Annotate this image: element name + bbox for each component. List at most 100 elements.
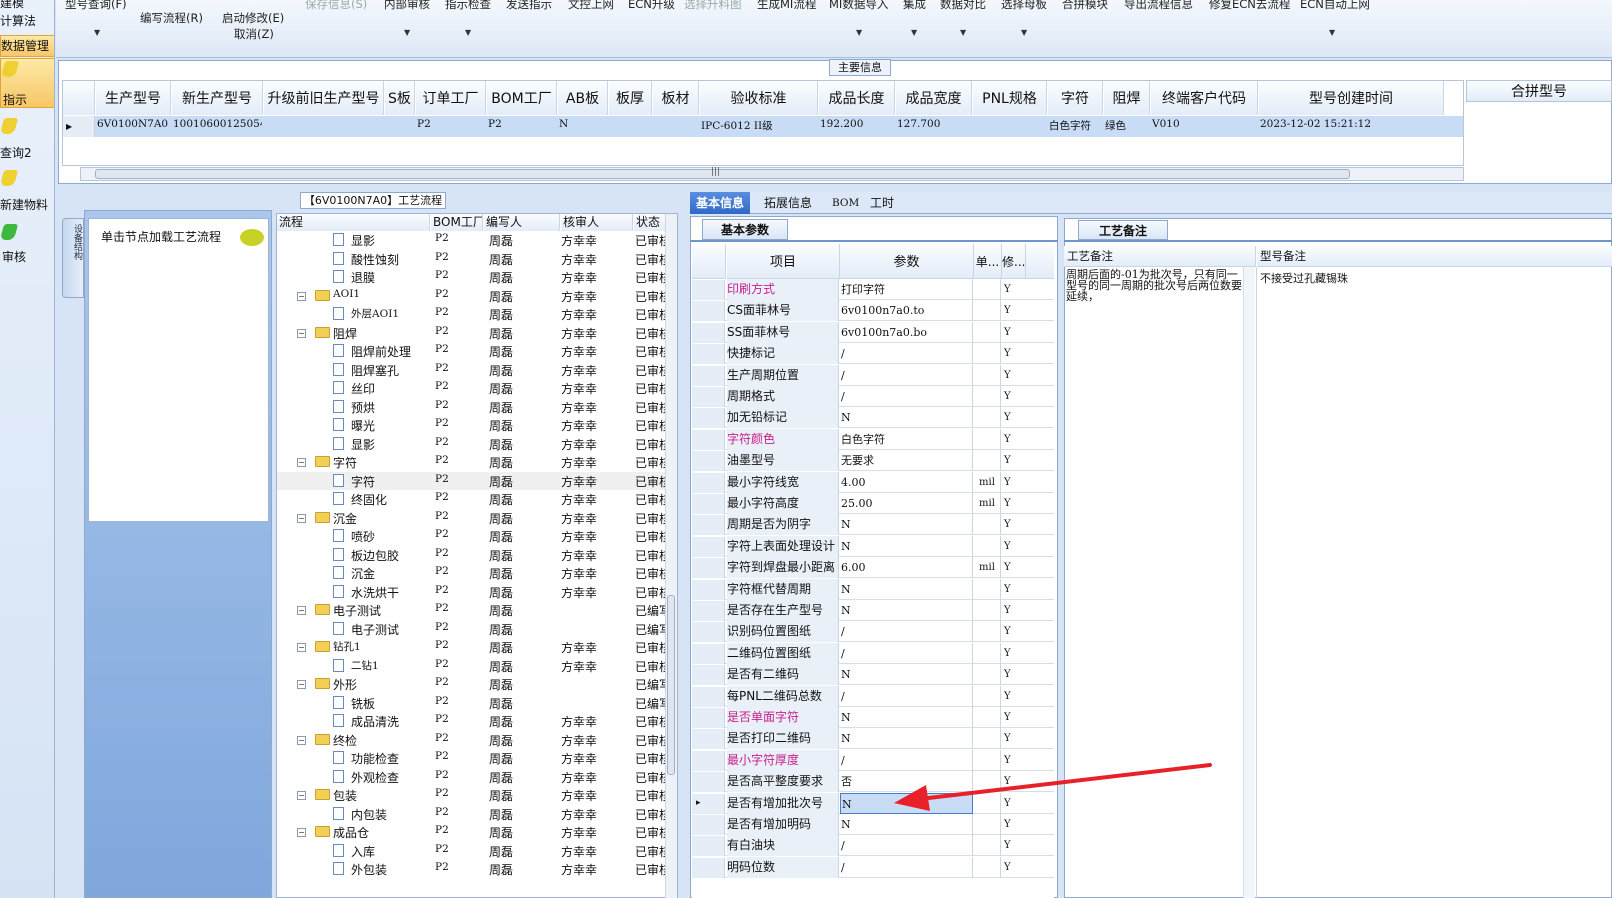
tab-process-remarks[interactable]: 工艺备注 <box>1078 220 1168 240</box>
param-value[interactable]: / <box>840 364 973 386</box>
row-selector[interactable] <box>692 344 725 365</box>
table-cell[interactable]: IPC-6012 II级 <box>701 118 817 133</box>
tree-row[interactable]: − 钻孔1 P2 周磊 方幸幸 已审核 <box>277 638 667 656</box>
row-selector[interactable] <box>692 686 725 707</box>
tree-row[interactable]: 显影 P2 周磊 方幸幸 已审核 <box>277 435 667 453</box>
tree-row[interactable]: 沉金 P2 周磊 方幸幸 已审核 <box>277 564 667 582</box>
param-value[interactable]: / <box>840 856 973 878</box>
tree-row[interactable]: − AOI1 P2 周磊 方幸幸 已审核 <box>277 287 667 305</box>
param-value[interactable]: N <box>840 407 973 429</box>
col-header[interactable]: 终端客户代码 <box>1151 81 1258 115</box>
table-cell[interactable]: 2023-12-02 15:21:12 <box>1260 118 1443 130</box>
tree-row[interactable]: 阻焊前处理 P2 周磊 方幸幸 已审核 <box>277 342 667 360</box>
tree-row[interactable]: 板边包胶 P2 周磊 方幸幸 已审核 <box>277 546 667 564</box>
row-selector[interactable] <box>692 836 725 857</box>
collapse-icon[interactable]: − <box>297 513 306 523</box>
start-modify-button[interactable]: 启动修改(E) <box>222 10 284 26</box>
tree-row[interactable]: 曝光 P2 周磊 方幸幸 已审核 <box>277 416 667 434</box>
chevron-down-icon[interactable]: ▼ <box>404 28 410 37</box>
param-value[interactable]: 无要求 <box>840 450 973 472</box>
tree-row[interactable]: 铣板 P2 周磊 已编写 <box>277 694 667 712</box>
col-header[interactable]: 生产型号 <box>96 81 171 115</box>
export-process-info-button[interactable]: 导出流程信息 <box>1124 0 1193 12</box>
param-row[interactable]: CS面菲林号 6v0100n7a0.to Y <box>692 300 1054 322</box>
tree-row[interactable]: − 外形 P2 周磊 已编写 <box>277 675 667 693</box>
table-cell[interactable]: P2 <box>488 118 556 130</box>
row-selector[interactable] <box>692 429 725 450</box>
tree-row[interactable]: − 电子测试 P2 周磊 已编写 <box>277 601 667 619</box>
collapse-icon[interactable]: − <box>297 791 306 800</box>
tree-row[interactable]: 水洗烘干 P2 周磊 方幸幸 已审核 <box>277 583 667 601</box>
param-value[interactable]: / <box>840 835 973 857</box>
row-selector[interactable] <box>692 472 725 493</box>
scrollbar-thumb[interactable]: ||| <box>95 167 1350 179</box>
col-writer[interactable]: 编写人 <box>484 214 560 231</box>
collapse-icon[interactable]: − <box>297 606 306 615</box>
param-value[interactable]: / <box>840 685 973 707</box>
collapse-icon[interactable]: − <box>297 680 306 689</box>
param-row[interactable]: 加无铅标记 N Y <box>692 407 1054 429</box>
chevron-down-icon[interactable]: ▼ <box>911 28 917 37</box>
row-selector[interactable] <box>692 536 725 557</box>
param-value[interactable]: N <box>840 664 973 686</box>
vertical-scrollbar[interactable] <box>665 214 677 898</box>
nav-item-review[interactable]: 审核 <box>0 222 54 267</box>
table-cell[interactable]: P2 <box>417 118 485 130</box>
col-header[interactable]: 型号创建时间 <box>1259 81 1444 115</box>
col-process[interactable]: 流程 <box>277 214 430 231</box>
tree-row[interactable]: 喷砂 P2 周磊 方幸幸 已审核 <box>277 527 667 545</box>
param-row[interactable]: 明码位数 / Y <box>692 856 1054 878</box>
param-row[interactable]: 最小字符高度 25.00 mil Y <box>692 493 1054 514</box>
tree-row[interactable]: 功能检查 P2 周磊 方幸幸 已审核 <box>277 749 667 767</box>
nav-item-algorithm[interactable]: 计算法 <box>0 12 54 30</box>
table-cell[interactable]: 10010600125054 <box>173 118 262 130</box>
param-row[interactable]: 二维码位置图纸 / Y <box>692 642 1054 664</box>
col-header[interactable]: BOM工厂 <box>487 81 557 115</box>
tree-row[interactable]: 丝印 P2 周磊 方幸幸 已审核 <box>277 379 667 397</box>
param-value[interactable]: / <box>840 386 973 407</box>
param-row[interactable]: 油墨型号 无要求 Y <box>692 450 1054 472</box>
param-value[interactable]: / <box>840 621 973 643</box>
select-material-button[interactable]: 选择升料图 <box>684 0 742 12</box>
col-reviewer[interactable]: 核审人 <box>561 214 633 231</box>
vertical-scrollbar[interactable] <box>1243 267 1255 898</box>
row-selector[interactable] <box>692 408 725 429</box>
chevron-down-icon[interactable]: ▼ <box>856 28 862 37</box>
instruction-check-button[interactable]: 指示检查 <box>445 0 491 12</box>
col-header[interactable]: S板 <box>385 81 415 115</box>
process-remark-text[interactable]: 周期后面的-01为批次号，只有同一型号的同一周期的批次号后两位数要延续， <box>1066 269 1242 302</box>
collapse-icon[interactable]: − <box>297 291 306 301</box>
param-row[interactable]: 是否有增加明码 N Y <box>692 814 1054 835</box>
col-item[interactable]: 项目 <box>727 244 840 279</box>
param-value[interactable]: 6v0100n7a0.bo <box>840 321 973 343</box>
col-bom-factory[interactable]: BOM工厂 <box>431 214 483 231</box>
nav-item-query2[interactable]: 查询2 <box>0 116 54 161</box>
col-unit[interactable]: 单... <box>974 244 1002 279</box>
tree-row[interactable]: 入库 P2 周磊 方幸幸 已审核 <box>277 842 667 860</box>
tree-row[interactable]: 终固化 P2 周磊 方幸幸 已审核 <box>277 490 667 508</box>
param-row[interactable]: 最小字符厚度 / Y <box>692 749 1054 771</box>
param-row[interactable]: 字符到焊盘最小距离 6.00 mil Y <box>692 557 1054 579</box>
param-value[interactable]: N <box>840 578 973 600</box>
col-param[interactable]: 参数 <box>840 244 974 279</box>
ecn-auto-online-button[interactable]: ECN自动上网 <box>1300 0 1370 12</box>
tree-row[interactable]: 外层AOI1 P2 周磊 方幸幸 已审核 <box>277 305 667 323</box>
col-header[interactable]: 成品宽度 <box>896 81 972 115</box>
tree-row[interactable]: − 沉金 P2 周磊 方幸幸 已审核 <box>277 509 667 527</box>
collapse-icon[interactable]: − <box>297 828 306 837</box>
internal-review-button[interactable]: 内部审核 <box>384 0 430 12</box>
tree-row[interactable]: − 字符 P2 周磊 方幸幸 已审核 <box>277 453 667 471</box>
table-cell[interactable]: N <box>559 118 607 130</box>
merge-module-button[interactable]: 合拼模块 <box>1062 0 1108 12</box>
tree-row[interactable]: 阻焊塞孔 P2 周磊 方幸幸 已审核 <box>277 361 667 379</box>
param-value[interactable]: 打印字符 <box>840 279 973 300</box>
row-selector[interactable] <box>692 772 725 793</box>
param-row[interactable]: 有白油块 / Y <box>692 835 1054 857</box>
model-remark-text[interactable]: 不接受过孔藏锡珠 <box>1260 270 1600 286</box>
tree-row[interactable]: 退膜 P2 周磊 方幸幸 已审核 <box>277 268 667 286</box>
table-cell[interactable]: 127.700 <box>897 118 971 130</box>
process-hint-box[interactable] <box>88 218 269 522</box>
table-cell[interactable]: 192.200 <box>820 118 894 130</box>
save-info-button[interactable]: 保存信息(S) <box>305 0 367 12</box>
param-row[interactable]: 字符框代替周期 N Y <box>692 578 1054 600</box>
